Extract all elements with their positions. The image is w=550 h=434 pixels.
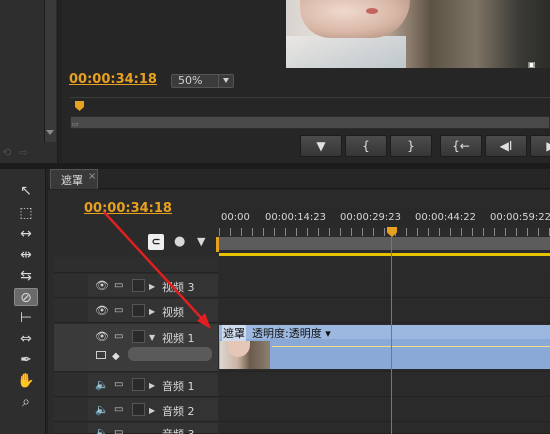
mark-in-button[interactable]: { — [345, 135, 387, 157]
track-spacer — [88, 257, 218, 273]
monitor-zoom-scrollbar[interactable] — [70, 116, 550, 129]
track-target-v2[interactable] — [54, 299, 88, 323]
film-icon[interactable]: ▭ — [114, 404, 123, 415]
project-footer-icons: ⟲ ⇨ — [2, 146, 30, 159]
clip-effect-menu[interactable]: 透明度:透明度 ▾ — [252, 325, 331, 341]
set-marker-icon[interactable]: ● — [174, 234, 185, 249]
step-back-button[interactable]: ◀I — [485, 135, 527, 157]
track-lane-a3[interactable] — [219, 423, 550, 434]
razor-icon[interactable]: ⊘ — [14, 288, 38, 306]
track-target-a1[interactable] — [54, 373, 88, 397]
speaker-icon[interactable]: 🔈 — [95, 378, 109, 391]
play-button[interactable]: ▶ — [530, 135, 550, 157]
expand-icon[interactable]: ▶ — [149, 381, 155, 390]
track-name: 视频 3 — [162, 281, 195, 294]
mark-out-button[interactable]: } — [390, 135, 432, 157]
track-target-v1[interactable] — [54, 324, 88, 372]
track-lane-a2[interactable] — [219, 398, 550, 422]
lock-toggle[interactable] — [132, 378, 145, 391]
keyframe-icon[interactable]: ◆ — [112, 351, 120, 362]
track-target-a3[interactable] — [54, 423, 88, 434]
work-area-line — [219, 253, 550, 256]
work-area-bar[interactable] — [219, 237, 550, 250]
film-icon[interactable]: ▭ — [114, 379, 123, 390]
track-lane-a1[interactable] — [219, 373, 550, 397]
video-frame-cloth — [286, 36, 406, 68]
track-lane-v2[interactable] — [219, 299, 550, 323]
scroll-grip-icon[interactable]: ▭ — [72, 120, 79, 128]
track-name: 音频 1 — [162, 380, 195, 393]
track-spacer — [54, 257, 88, 273]
track-target-a2[interactable] — [54, 398, 88, 422]
slip-icon[interactable]: ⊢ — [14, 309, 38, 327]
expand-icon[interactable]: ▶ — [149, 406, 155, 415]
marker-flag-icon[interactable]: ▼ — [197, 235, 205, 248]
film-icon[interactable]: ▭ — [114, 331, 123, 342]
close-icon[interactable]: × — [88, 171, 96, 182]
track-select-icon[interactable]: ⬚ — [14, 204, 38, 222]
expand-icon[interactable]: ▶ — [149, 282, 155, 291]
track-lane-v3[interactable] — [219, 274, 550, 298]
opacity-rubberband[interactable] — [272, 346, 550, 347]
pen-icon[interactable]: ✒ — [14, 351, 38, 369]
rolling-edit-icon[interactable]: ⇹ — [14, 246, 38, 264]
safe-margin-icon: ▣ — [528, 60, 536, 69]
eye-icon[interactable]: 👁 — [95, 279, 109, 292]
ripple-edit-icon[interactable]: ↔ — [14, 225, 38, 243]
snap-icon[interactable]: ⊂ — [148, 234, 164, 250]
eye-icon[interactable]: 👁 — [95, 304, 109, 317]
speaker-icon[interactable]: 🔈 — [95, 403, 109, 416]
lock-toggle[interactable] — [132, 304, 145, 317]
add-marker-button[interactable]: ▼ — [300, 135, 342, 157]
film-icon[interactable]: ▭ — [114, 305, 123, 316]
expand-icon[interactable]: ▶ — [149, 307, 155, 316]
selection-tool-icon[interactable]: ↖ — [14, 182, 38, 200]
clip-name: 遮罩 — [222, 325, 246, 341]
film-icon[interactable]: ▭ — [114, 427, 123, 434]
speaker-icon[interactable]: 🔈 — [95, 426, 109, 434]
chevron-down-icon[interactable] — [218, 74, 233, 88]
track-target-v3[interactable] — [54, 274, 88, 298]
zoom-value: 50% — [178, 74, 203, 87]
keyframe-navigator[interactable] — [128, 347, 212, 361]
lock-toggle[interactable] — [132, 330, 145, 343]
timeline-timecode[interactable]: 00:00:34:18 — [84, 201, 172, 216]
playhead-line[interactable] — [391, 237, 392, 434]
clip-effect-label: 透明度:透明度 — [252, 327, 322, 340]
scroll-down-arrow-icon[interactable] — [46, 130, 54, 135]
zoom-icon[interactable]: ⌕ — [14, 393, 38, 411]
timeline-tab-bar — [48, 169, 550, 189]
ruler-tick-label: 00:00:44:22 — [415, 212, 477, 223]
track-name: 音频 3 — [162, 426, 195, 434]
rate-stretch-icon[interactable]: ⇆ — [14, 267, 38, 285]
track-name: 视频 — [162, 306, 184, 319]
work-area-start-handle[interactable] — [216, 237, 219, 252]
ruler-tick-label: 00:00:14:23 — [265, 212, 327, 223]
tab-sequence-label: 遮罩 — [61, 174, 83, 187]
monitor-ruler[interactable] — [70, 97, 550, 115]
project-scrollbar[interactable] — [44, 0, 56, 142]
slide-icon[interactable]: ⇔ — [14, 330, 38, 348]
display-style-icon[interactable] — [96, 351, 106, 359]
ruler-ticks — [219, 228, 550, 236]
ruler-tick-label: 00:00:59:22 — [490, 212, 550, 223]
collapse-icon[interactable]: ▼ — [149, 333, 155, 342]
track-name: 视频 1 — [162, 332, 195, 345]
video-frame-lips — [366, 8, 378, 14]
track-name: 音频 2 — [162, 405, 195, 418]
ruler-tick-label: 00:00 — [221, 212, 250, 223]
monitor-timecode[interactable]: 00:00:34:18 — [69, 72, 157, 87]
ruler-tick-label: 00:00:29:23 — [340, 212, 402, 223]
lock-toggle[interactable] — [132, 279, 145, 292]
go-to-in-button[interactable]: {← — [440, 135, 482, 157]
lock-toggle[interactable] — [132, 403, 145, 416]
film-icon[interactable]: ▭ — [114, 280, 123, 291]
eye-icon[interactable]: 👁 — [95, 330, 109, 343]
hand-icon[interactable]: ✋ — [14, 372, 38, 390]
